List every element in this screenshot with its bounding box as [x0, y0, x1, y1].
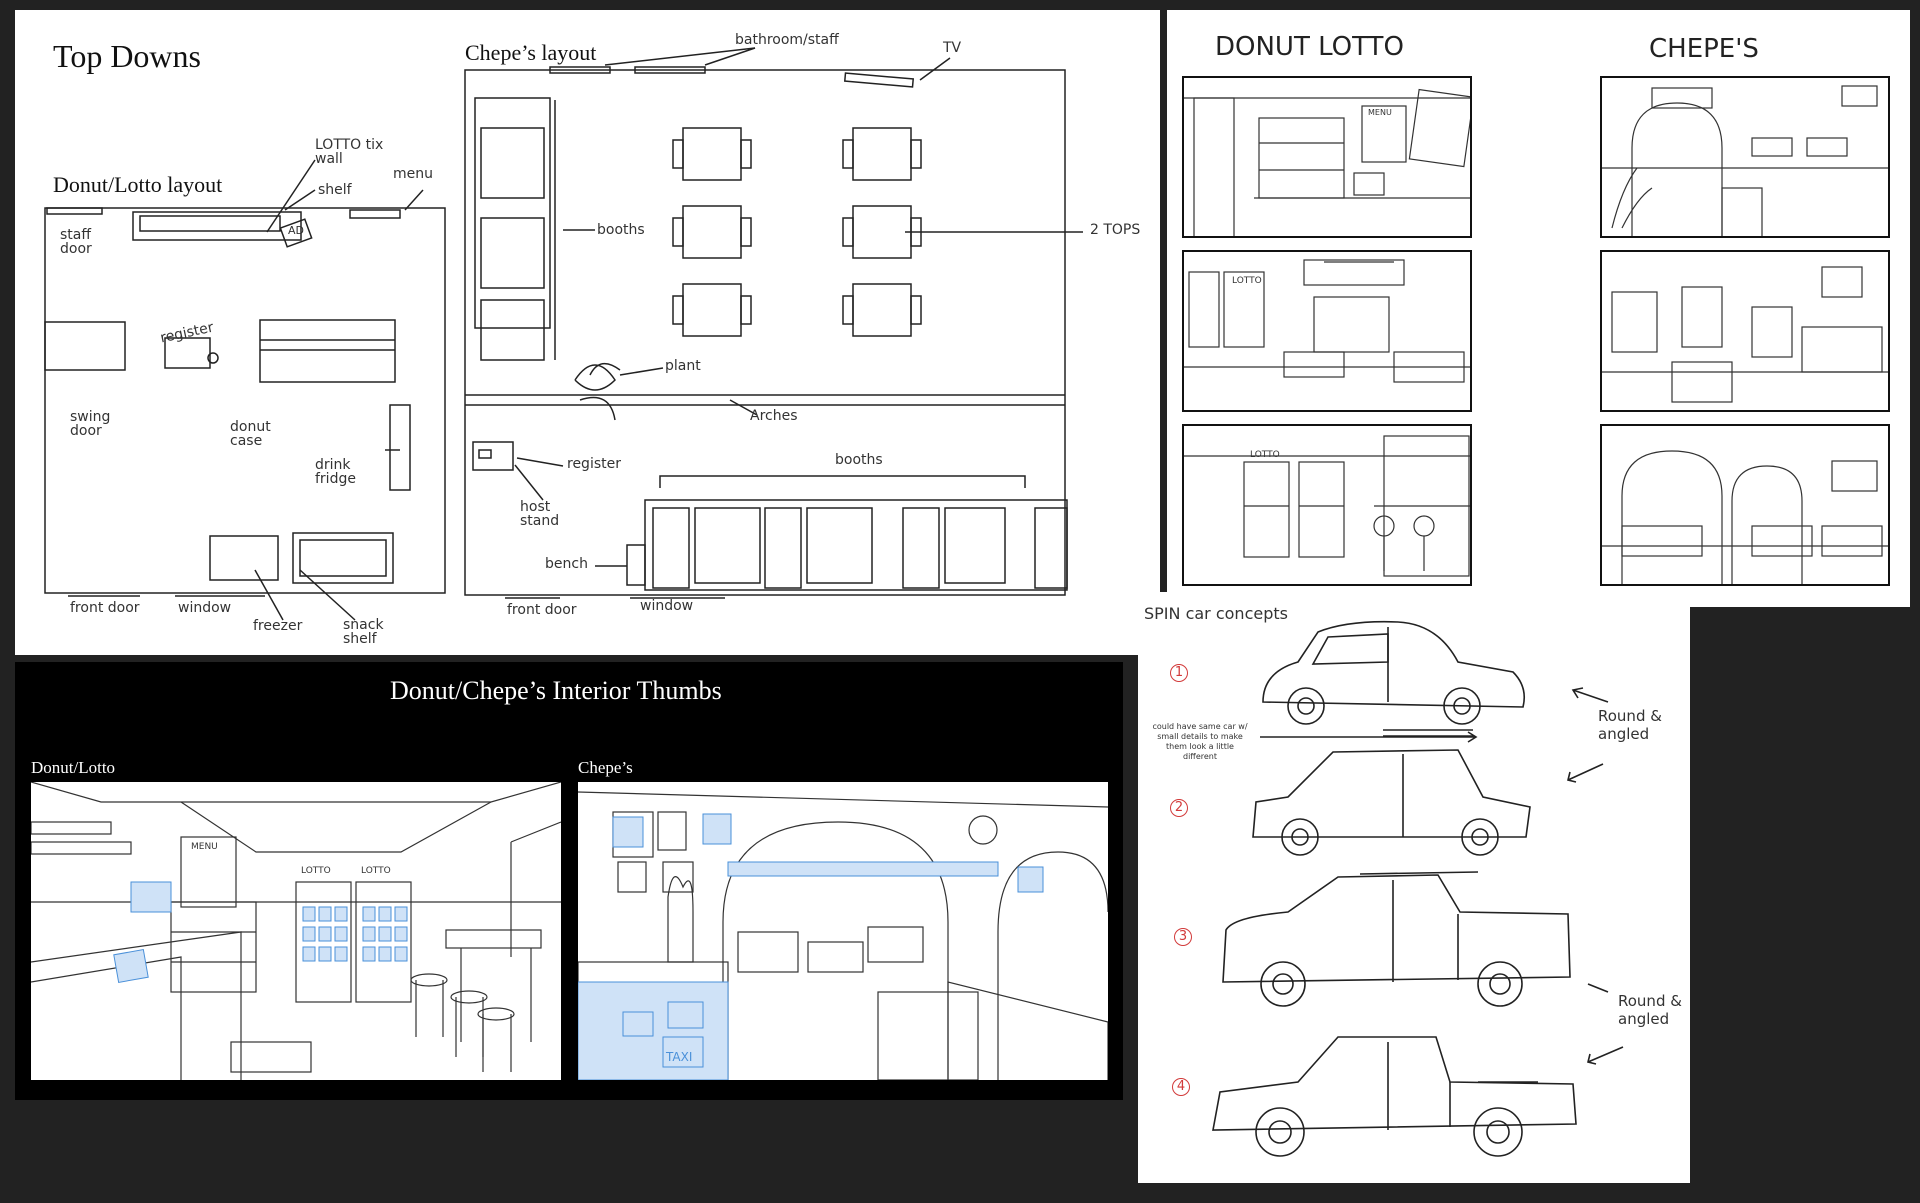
- label-bathroom-staff: bathroom/staff: [735, 32, 839, 48]
- interior-lotto-sign-1: LOTTO: [301, 866, 331, 876]
- donut-lotto-label: Donut/Lotto: [31, 758, 116, 777]
- label-host-stand: host stand: [520, 499, 560, 529]
- label-register-chepes: register: [567, 456, 621, 472]
- label-freezer: freezer: [253, 618, 303, 634]
- chepes-interior-illustration: TAXI: [578, 782, 1108, 1080]
- donut-thumb-3: LOTTO: [1182, 424, 1472, 586]
- chepes-header: CHEPE'S: [1649, 34, 1759, 64]
- label-lotto-wall: LOTTO tix wall: [315, 137, 384, 167]
- donut-interior-illustration: MENU LOTTO LOTTO: [31, 782, 561, 1080]
- label-menu: menu: [393, 166, 433, 182]
- label-front-door-chepes: front door: [507, 602, 577, 618]
- donut-thumb-1: MENU: [1182, 76, 1472, 238]
- label-bench: bench: [545, 556, 588, 572]
- interior-lotto-sign-2: LOTTO: [361, 866, 391, 876]
- interior-taxi-sign: TAXI: [666, 1050, 693, 1064]
- storyboard-panel: DONUT LOTTO CHEPE'S MENU LOTTO LOTTO: [1167, 10, 1910, 607]
- label-shelf: shelf: [318, 182, 352, 198]
- storyboard-lotto-sign-2: LOTTO: [1250, 450, 1280, 460]
- donut-thumb-2: LOTTO: [1182, 250, 1472, 412]
- label-two-tops: 2 TOPS: [1090, 222, 1141, 238]
- interior-menu-sign: MENU: [191, 842, 218, 852]
- label-window-chepes: window: [640, 598, 694, 614]
- interior-thumbs-panel: Donut/Chepe’s Interior Thumbs Donut/Lott…: [15, 662, 1123, 1100]
- label-booths-bottom: booths: [835, 452, 883, 468]
- label-snack-shelf: snack shelf: [343, 617, 384, 647]
- label-arches: Arches: [750, 408, 798, 424]
- chepes-label: Chepe’s: [578, 758, 633, 777]
- chepes-thumb-1: [1600, 76, 1890, 238]
- label-donut-case: donut case: [230, 419, 271, 449]
- top-downs-panel: Top Downs Donut/Lotto layout Chepe’s lay…: [15, 10, 1160, 655]
- label-ad: AD: [288, 224, 304, 237]
- chepes-thumb-3: [1600, 424, 1890, 586]
- label-drink-fridge: drink fridge: [315, 457, 356, 487]
- storyboard-menu-sign: MENU: [1368, 108, 1392, 117]
- label-window-donut: window: [178, 600, 232, 616]
- label-plant: plant: [665, 358, 701, 374]
- label-swing-door: swing door: [70, 409, 111, 439]
- label-booths-left: booths: [597, 222, 645, 238]
- label-staff-door: staff door: [60, 227, 92, 257]
- label-front-door-donut: front door: [70, 600, 140, 616]
- interior-title: Donut/Chepe’s Interior Thumbs: [390, 676, 722, 705]
- car-drawings: [1212, 620, 1624, 1157]
- label-tv: TV: [943, 40, 962, 56]
- donut-lotto-header: DONUT LOTTO: [1215, 32, 1404, 62]
- storyboard-lotto-sign-1: LOTTO: [1232, 276, 1262, 286]
- car-concepts-panel: SPIN car concepts could have same car w/…: [1138, 592, 1690, 1183]
- chepes-thumb-2: [1600, 250, 1890, 412]
